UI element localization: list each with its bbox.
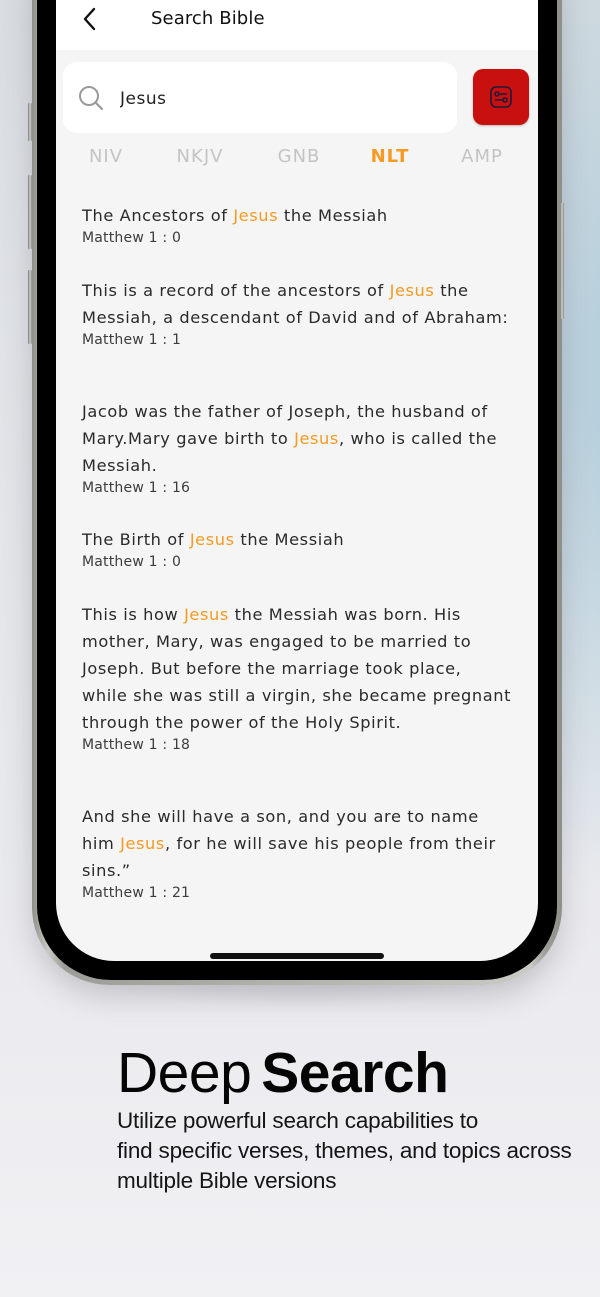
phone-side-button-silent [28,103,32,141]
verse-reference: Matthew 1 : 0 [82,230,182,246]
sliders-icon [490,86,512,108]
verse-reference: Matthew 1 : 18 [82,737,191,753]
tab-gnb[interactable]: GNB [278,146,321,167]
promo-title: Deep Search [117,1040,600,1106]
verse-text: Jacob was the father of Joseph, the husb… [82,402,498,475]
result-item[interactable]: This is a record of the ancestors of Jes… [82,277,512,348]
verse-text: This is how Jesus the Messiah was born. … [82,605,512,732]
home-indicator[interactable] [210,953,384,959]
verse-reference: Matthew 1 : 16 [82,480,191,496]
app-header: Search Bible [56,0,538,50]
phone-side-button-volume-down [28,270,32,344]
chevron-left-icon [83,7,96,31]
promo-title-light: Deep [117,1041,252,1105]
phone-side-button-volume-up [28,175,32,249]
page-title: Search Bible [151,8,265,29]
promo-title-bold: Search [261,1041,449,1105]
verse-text: And she will have a son, and you are to … [82,807,496,880]
search-highlight: Jesus [184,605,229,624]
result-item[interactable]: This is how Jesus the Messiah was born. … [82,601,512,753]
tab-nlt[interactable]: NLT [371,146,410,167]
search-box[interactable] [63,62,457,133]
search-highlight: Jesus [233,206,279,225]
search-highlight: Jesus [389,281,435,300]
result-item[interactable]: The Ancestors of Jesus the Messiah Matth… [82,202,512,246]
search-highlight: Jesus [294,429,339,448]
tab-niv[interactable]: NIV [89,146,123,167]
promo-description-line: multiple Bible versions [117,1168,337,1193]
verse-reference: Matthew 1 : 21 [82,885,191,901]
promo-description: Utilize powerful search capabilities to … [117,1106,600,1196]
promo-description-line: find specific verses, themes, and topics… [117,1138,572,1163]
search-highlight: Jesus [120,834,165,853]
promo-description-line: Utilize powerful search capabilities to [117,1108,479,1133]
phone-side-button-power [560,203,564,319]
search-input[interactable] [118,82,442,116]
back-button[interactable] [78,6,102,32]
verse-text: The Ancestors of Jesus the Messiah [82,206,388,225]
search-icon [79,86,104,111]
verse-text: The Birth of Jesus the Messiah [82,530,345,549]
result-item[interactable]: And she will have a son, and you are to … [82,803,512,901]
promo-section: Deep Search Utilize powerful search capab… [117,1040,600,1196]
verse-text: This is a record of the ancestors of Jes… [82,281,509,327]
verse-reference: Matthew 1 : 1 [82,332,182,348]
search-highlight: Jesus [189,530,235,549]
result-item[interactable]: Jacob was the father of Joseph, the husb… [82,398,512,496]
tab-nkjv[interactable]: NKJV [177,146,224,167]
filter-button[interactable] [473,69,529,125]
tab-amp[interactable]: AMP [461,146,503,167]
verse-reference: Matthew 1 : 0 [82,554,182,570]
phone-screen: Search Bible NIV NKJV GNB NLT AMP The An… [56,0,538,961]
result-item[interactable]: The Birth of Jesus the Messiah Matthew 1… [82,526,512,570]
version-tabs: NIV NKJV GNB NLT AMP [56,146,538,174]
